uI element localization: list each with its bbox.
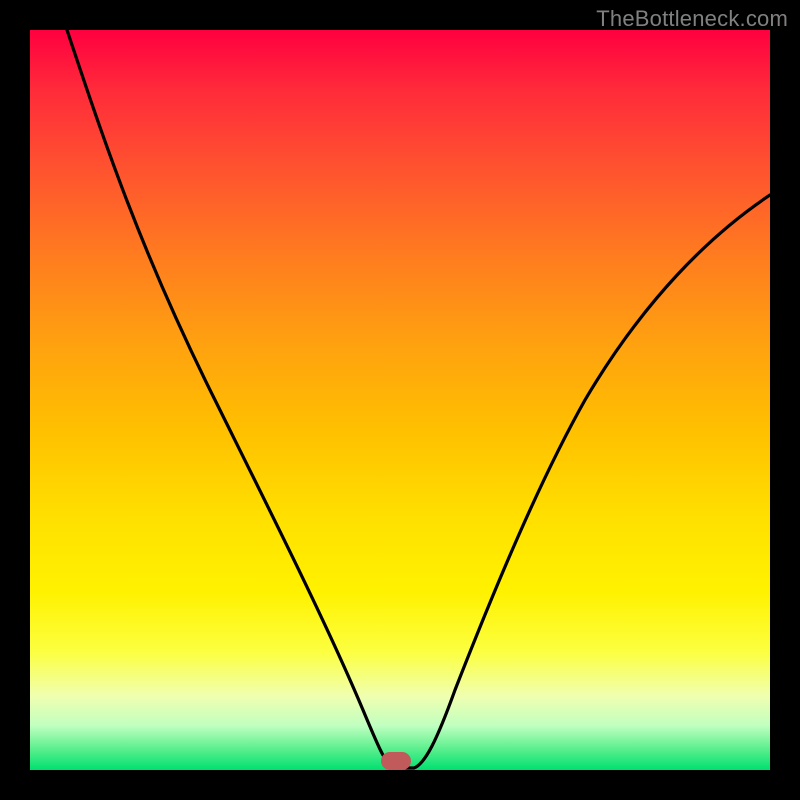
optimal-marker [381, 752, 411, 770]
bottleneck-curve-path [67, 30, 770, 768]
curve-svg [30, 30, 770, 770]
watermark-text: TheBottleneck.com [596, 6, 788, 32]
chart-frame: TheBottleneck.com [0, 0, 800, 800]
plot-area [30, 30, 770, 770]
